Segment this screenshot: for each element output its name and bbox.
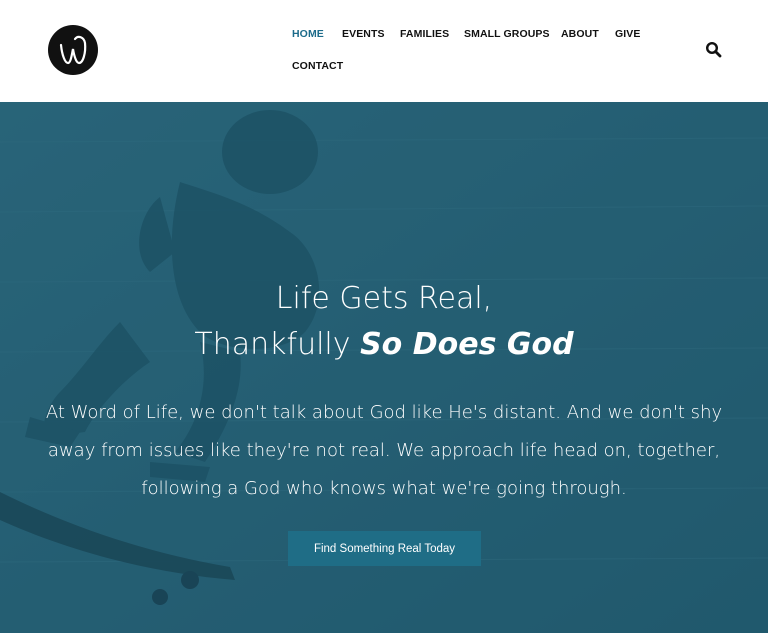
hero-section: Life Gets Real, Thankfully So Does God A…	[0, 102, 768, 633]
nav-item-give[interactable]: GIVE	[615, 27, 641, 41]
nav-item-contact[interactable]: CONTACT	[292, 59, 343, 73]
logo[interactable]	[48, 25, 98, 75]
nav-item-home[interactable]: HOME	[292, 27, 324, 41]
word-of-life-w-logo-icon	[59, 35, 87, 65]
nav-item-about[interactable]: ABOUT	[561, 27, 599, 41]
hero-headline-line2: Thankfully So Does God	[0, 322, 768, 368]
find-something-real-button[interactable]: Find Something Real Today	[288, 531, 481, 566]
search-icon	[705, 41, 722, 58]
nav-item-events[interactable]: EVENTS	[342, 27, 385, 41]
search-button[interactable]	[705, 41, 723, 59]
nav-item-families[interactable]: FAMILIES	[400, 27, 449, 41]
hero-headline-prefix: Thankfully	[194, 327, 361, 362]
hero-headline-line1: Life Gets Real,	[275, 281, 493, 316]
hero-tagline: At Word of Life, we don't talk about God…	[45, 402, 723, 499]
nav-item-small-groups[interactable]: SMALL GROUPS	[464, 27, 550, 41]
hero-headline-emphasis: So Does God	[360, 327, 574, 362]
site-header: HOME EVENTS FAMILIES SMALL GROUPS ABOUT …	[0, 0, 768, 102]
